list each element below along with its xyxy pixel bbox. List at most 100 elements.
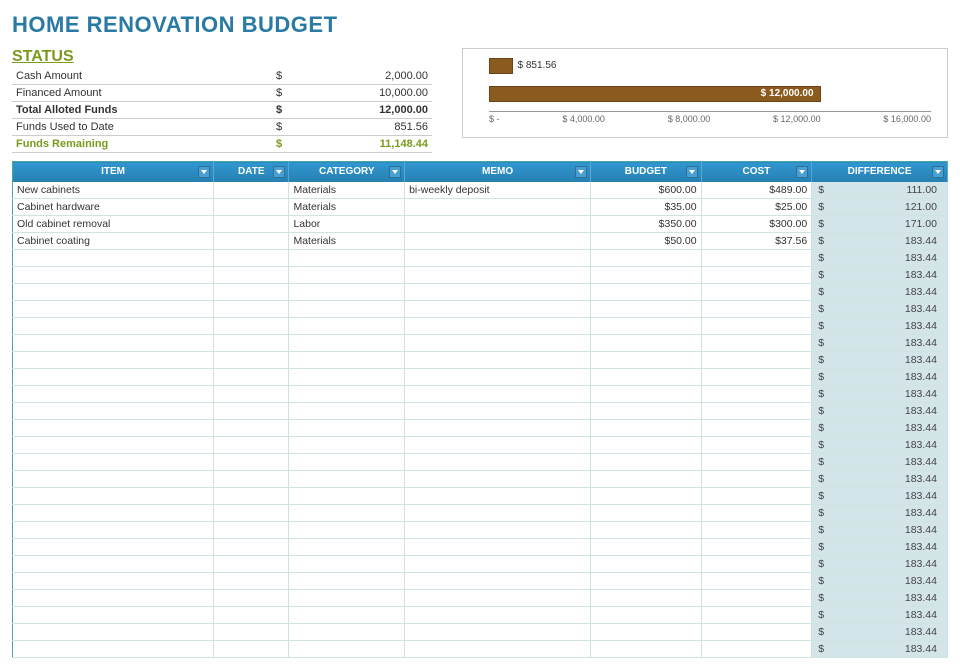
- column-header[interactable]: BUDGET: [591, 162, 702, 182]
- cell-date[interactable]: [214, 335, 289, 352]
- table-row[interactable]: $183.44: [13, 607, 948, 624]
- cell-date[interactable]: [214, 437, 289, 454]
- cell-memo[interactable]: [405, 386, 591, 403]
- cell-budget[interactable]: $35.00: [591, 199, 702, 216]
- cell-memo[interactable]: [405, 284, 591, 301]
- cell-category[interactable]: [289, 352, 405, 369]
- table-row[interactable]: $183.44: [13, 437, 948, 454]
- column-header[interactable]: COST: [701, 162, 812, 182]
- cell-item[interactable]: [13, 301, 214, 318]
- cell-memo[interactable]: [405, 199, 591, 216]
- table-row[interactable]: $183.44: [13, 301, 948, 318]
- cell-memo[interactable]: [405, 216, 591, 233]
- cell-category[interactable]: Labor: [289, 216, 405, 233]
- cell-budget[interactable]: $600.00: [591, 182, 702, 199]
- cell-date[interactable]: [214, 233, 289, 250]
- cell-cost[interactable]: [701, 301, 812, 318]
- cell-memo[interactable]: [405, 403, 591, 420]
- cell-budget[interactable]: [591, 505, 702, 522]
- cell-memo[interactable]: [405, 641, 591, 658]
- table-row[interactable]: $183.44: [13, 386, 948, 403]
- cell-category[interactable]: Materials: [289, 233, 405, 250]
- table-row[interactable]: $183.44: [13, 573, 948, 590]
- cell-budget[interactable]: [591, 267, 702, 284]
- cell-date[interactable]: [214, 386, 289, 403]
- column-header[interactable]: CATEGORY: [289, 162, 405, 182]
- cell-item[interactable]: [13, 624, 214, 641]
- cell-category[interactable]: [289, 301, 405, 318]
- cell-item[interactable]: [13, 420, 214, 437]
- cell-cost[interactable]: [701, 284, 812, 301]
- cell-budget[interactable]: [591, 352, 702, 369]
- cell-budget[interactable]: [591, 301, 702, 318]
- cell-cost[interactable]: [701, 624, 812, 641]
- cell-date[interactable]: [214, 420, 289, 437]
- cell-memo[interactable]: [405, 471, 591, 488]
- cell-category[interactable]: [289, 420, 405, 437]
- cell-memo[interactable]: [405, 335, 591, 352]
- cell-date[interactable]: [214, 522, 289, 539]
- filter-icon[interactable]: [796, 166, 808, 178]
- cell-category[interactable]: [289, 284, 405, 301]
- cell-item[interactable]: [13, 284, 214, 301]
- cell-memo[interactable]: [405, 250, 591, 267]
- cell-cost[interactable]: [701, 386, 812, 403]
- cell-date[interactable]: [214, 284, 289, 301]
- table-row[interactable]: New cabinetsMaterialsbi-weekly deposit$6…: [13, 182, 948, 199]
- table-row[interactable]: Cabinet hardwareMaterials$35.00$25.00$12…: [13, 199, 948, 216]
- table-row[interactable]: $183.44: [13, 539, 948, 556]
- cell-memo[interactable]: [405, 522, 591, 539]
- cell-date[interactable]: [214, 216, 289, 233]
- cell-budget[interactable]: $350.00: [591, 216, 702, 233]
- cell-date[interactable]: [214, 182, 289, 199]
- cell-memo[interactable]: [405, 301, 591, 318]
- filter-icon[interactable]: [932, 166, 944, 178]
- cell-item[interactable]: [13, 386, 214, 403]
- cell-date[interactable]: [214, 352, 289, 369]
- cell-memo[interactable]: [405, 539, 591, 556]
- cell-category[interactable]: [289, 454, 405, 471]
- cell-cost[interactable]: $37.56: [701, 233, 812, 250]
- cell-category[interactable]: [289, 318, 405, 335]
- cell-date[interactable]: [214, 505, 289, 522]
- cell-category[interactable]: [289, 403, 405, 420]
- cell-budget[interactable]: [591, 454, 702, 471]
- cell-budget[interactable]: [591, 284, 702, 301]
- cell-budget[interactable]: [591, 624, 702, 641]
- cell-date[interactable]: [214, 607, 289, 624]
- cell-date[interactable]: [214, 539, 289, 556]
- cell-cost[interactable]: [701, 590, 812, 607]
- cell-cost[interactable]: $25.00: [701, 199, 812, 216]
- cell-category[interactable]: [289, 505, 405, 522]
- cell-cost[interactable]: [701, 471, 812, 488]
- cell-category[interactable]: [289, 369, 405, 386]
- cell-cost[interactable]: [701, 607, 812, 624]
- cell-cost[interactable]: [701, 522, 812, 539]
- cell-item[interactable]: [13, 590, 214, 607]
- table-row[interactable]: $183.44: [13, 284, 948, 301]
- table-row[interactable]: $183.44: [13, 352, 948, 369]
- cell-memo[interactable]: [405, 607, 591, 624]
- cell-item[interactable]: [13, 250, 214, 267]
- cell-memo[interactable]: [405, 624, 591, 641]
- table-row[interactable]: $183.44: [13, 488, 948, 505]
- cell-category[interactable]: [289, 386, 405, 403]
- cell-cost[interactable]: [701, 641, 812, 658]
- cell-cost[interactable]: [701, 556, 812, 573]
- cell-item[interactable]: [13, 318, 214, 335]
- cell-category[interactable]: [289, 522, 405, 539]
- cell-category[interactable]: [289, 250, 405, 267]
- cell-date[interactable]: [214, 369, 289, 386]
- cell-date[interactable]: [214, 267, 289, 284]
- cell-cost[interactable]: [701, 488, 812, 505]
- cell-item[interactable]: [13, 522, 214, 539]
- cell-budget[interactable]: [591, 437, 702, 454]
- cell-category[interactable]: [289, 539, 405, 556]
- cell-memo[interactable]: [405, 454, 591, 471]
- cell-cost[interactable]: [701, 454, 812, 471]
- cell-cost[interactable]: [701, 318, 812, 335]
- column-header[interactable]: MEMO: [405, 162, 591, 182]
- cell-date[interactable]: [214, 573, 289, 590]
- cell-item[interactable]: [13, 471, 214, 488]
- cell-category[interactable]: [289, 607, 405, 624]
